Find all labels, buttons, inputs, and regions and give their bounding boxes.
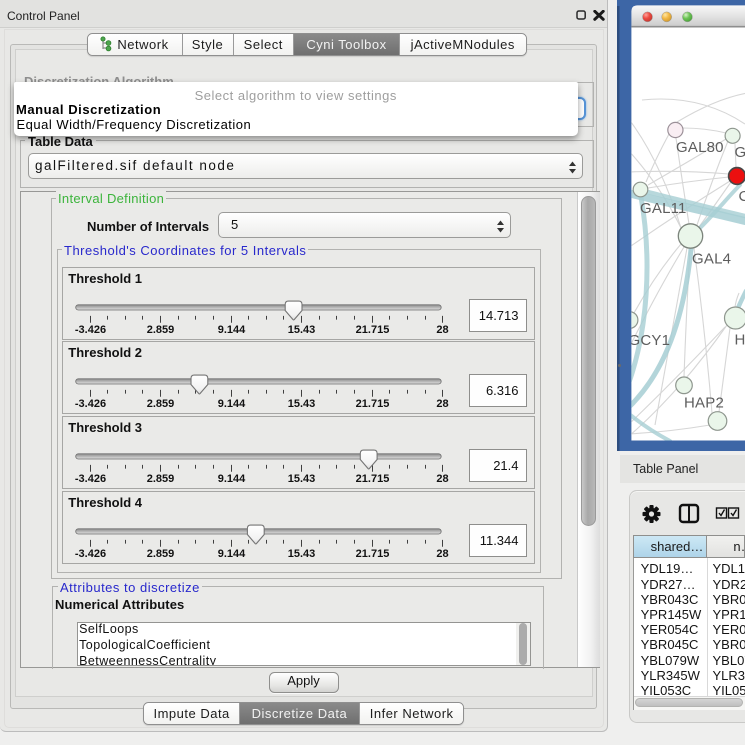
svg-text:HIS4: HIS4 [735, 332, 745, 349]
svg-text:21.715: 21.715 [356, 548, 390, 560]
svg-text:2.859: 2.859 [147, 548, 175, 560]
svg-text:GAL11: GAL11 [640, 200, 687, 217]
svg-text:9.144: 9.144 [218, 324, 246, 336]
svg-text:CRM1: CRM1 [739, 188, 745, 205]
svg-text:15.43: 15.43 [288, 398, 316, 410]
svg-text:21.715: 21.715 [356, 398, 390, 410]
svg-text:9.144: 9.144 [218, 548, 246, 560]
svg-text:GAL4: GAL4 [692, 251, 731, 268]
svg-text:-3.426: -3.426 [75, 548, 106, 560]
svg-text:HAP2: HAP2 [684, 395, 724, 412]
svg-text:2.859: 2.859 [147, 473, 175, 485]
svg-text:GCY1: GCY1 [629, 332, 671, 349]
svg-text:9.144: 9.144 [218, 398, 246, 410]
svg-text:21.715: 21.715 [356, 324, 390, 336]
svg-text:9.144: 9.144 [218, 473, 246, 485]
svg-text:15.43: 15.43 [288, 324, 316, 336]
svg-text:2.859: 2.859 [147, 398, 175, 410]
svg-text:15.43: 15.43 [288, 473, 316, 485]
svg-text:15.43: 15.43 [288, 548, 316, 560]
svg-text:-3.426: -3.426 [75, 324, 106, 336]
svg-text:28: 28 [437, 548, 449, 560]
svg-text:28: 28 [437, 473, 449, 485]
svg-text:28: 28 [437, 324, 449, 336]
svg-text:21.715: 21.715 [356, 473, 390, 485]
svg-text:-3.426: -3.426 [75, 473, 106, 485]
svg-text:GAL80: GAL80 [676, 139, 724, 156]
svg-text:2.859: 2.859 [147, 324, 175, 336]
svg-text:GAL4: GAL4 [735, 144, 745, 161]
svg-text:-3.426: -3.426 [75, 398, 106, 410]
svg-text:28: 28 [437, 398, 449, 410]
